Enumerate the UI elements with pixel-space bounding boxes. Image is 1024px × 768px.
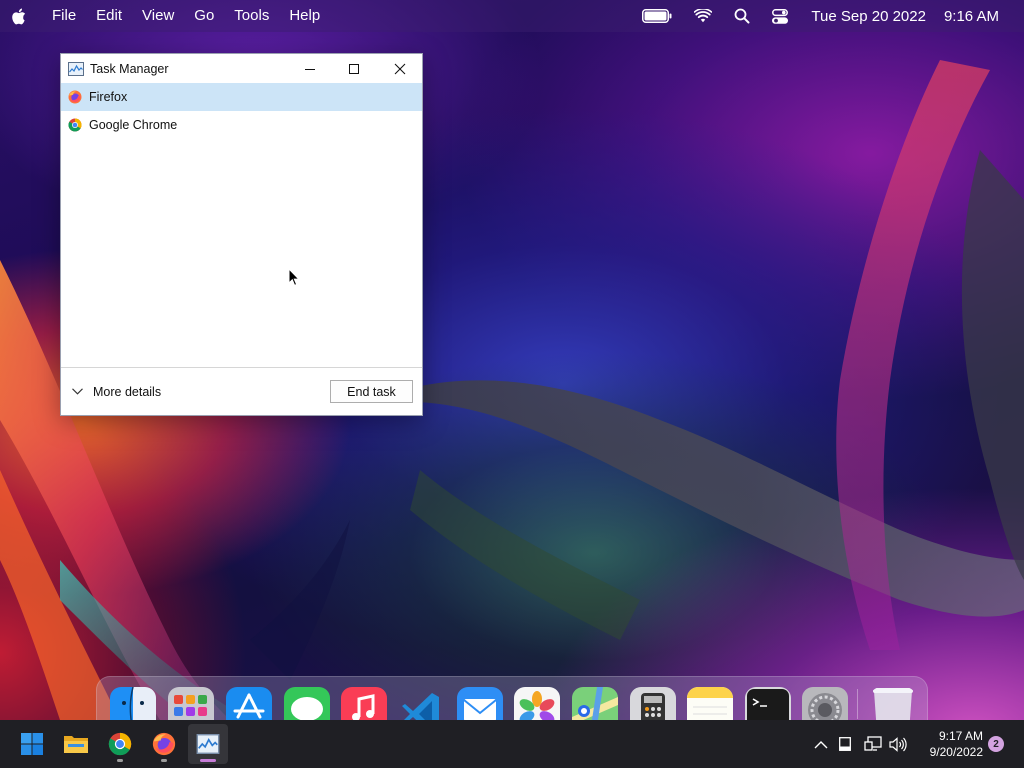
taskbar-task-manager[interactable] [188,724,228,764]
more-details-label: More details [93,384,162,399]
terminal-icon[interactable] [745,687,791,723]
wifi-icon[interactable] [694,9,713,23]
dock [96,676,928,724]
taskbar-firefox[interactable] [144,724,184,764]
dock-separator [857,689,858,719]
menu-go[interactable]: Go [184,0,224,32]
process-list: Firefox Google Chrome [61,83,422,367]
taskbar-clock[interactable]: 9:17 AM 9/20/2022 [913,728,983,760]
task-manager-window: Task Manager Firefox Google Chrome More … [60,53,423,416]
maximize-button[interactable] [331,54,377,83]
menu-help[interactable]: Help [279,0,330,32]
running-indicator [161,759,167,762]
firefox-icon [68,90,82,104]
taskbar-file-explorer[interactable] [56,724,96,764]
running-indicator [117,759,123,762]
start-button[interactable] [12,724,52,764]
control-center-icon[interactable] [772,8,789,24]
process-row-chrome[interactable]: Google Chrome [61,111,422,139]
menu-edit[interactable]: Edit [86,0,132,32]
maps-icon[interactable] [572,687,618,723]
clock-time: 9:17 AM [938,729,983,743]
tray-overflow-icon[interactable] [814,720,828,768]
apple-logo-icon[interactable] [11,7,29,25]
system-preferences-icon[interactable] [802,687,848,723]
windows-logo-icon [21,733,43,755]
task-manager-titlebar[interactable]: Task Manager [61,54,422,83]
vscode-icon[interactable] [399,687,445,723]
more-details-toggle[interactable]: More details [72,385,161,399]
menubar-time: 9:16 AM [943,7,999,25]
music-icon[interactable] [341,687,387,723]
tablet-icon[interactable] [839,720,851,768]
taskbar-chrome[interactable] [100,724,140,764]
task-manager-icon [68,61,84,76]
volume-icon[interactable] [889,720,907,768]
minimize-button[interactable] [287,54,333,83]
mouse-cursor-icon [288,267,300,292]
process-name: Google Chrome [89,118,178,132]
menubar-date: Tue Sep 20 2022 [811,7,926,25]
active-indicator [200,759,216,762]
search-icon[interactable] [734,8,750,24]
photos-icon[interactable] [514,687,560,723]
mail-icon[interactable] [457,687,503,723]
notification-badge[interactable]: 2 [988,736,1004,752]
app-store-icon[interactable] [226,687,272,723]
menu-view[interactable]: View [132,0,184,32]
messages-icon[interactable] [284,687,330,723]
chevron-down-icon [72,388,83,395]
task-manager-icon [196,734,220,754]
calculator-icon[interactable] [630,687,676,723]
menu-tools[interactable]: Tools [224,0,279,32]
chrome-icon [68,118,82,132]
folder-icon [64,736,88,753]
menu-file[interactable]: File [42,0,86,32]
menubar-status-area: Tue Sep 20 2022 9:16 AM [631,0,1024,32]
taskbar: 9:17 AM 9/20/2022 [0,720,1024,768]
firefox-icon [152,732,176,756]
task-manager-footer: More details End task [61,367,422,415]
battery-icon[interactable] [642,9,672,23]
trash-icon[interactable] [870,687,916,723]
network-icon[interactable] [864,720,882,768]
window-title: Task Manager [90,61,169,76]
chrome-icon [108,732,132,756]
top-menu-bar: File Edit View Go Tools Help Tue Sep 20 … [0,0,1024,32]
launchpad-icon[interactable] [168,687,214,723]
notes-icon[interactable] [687,687,733,723]
clock-date: 9/20/2022 [929,745,983,759]
process-row-firefox[interactable]: Firefox [61,83,422,111]
end-task-button[interactable]: End task [330,380,413,403]
finder-icon[interactable] [110,687,156,723]
close-button[interactable] [377,54,423,83]
process-name: Firefox [89,90,128,104]
